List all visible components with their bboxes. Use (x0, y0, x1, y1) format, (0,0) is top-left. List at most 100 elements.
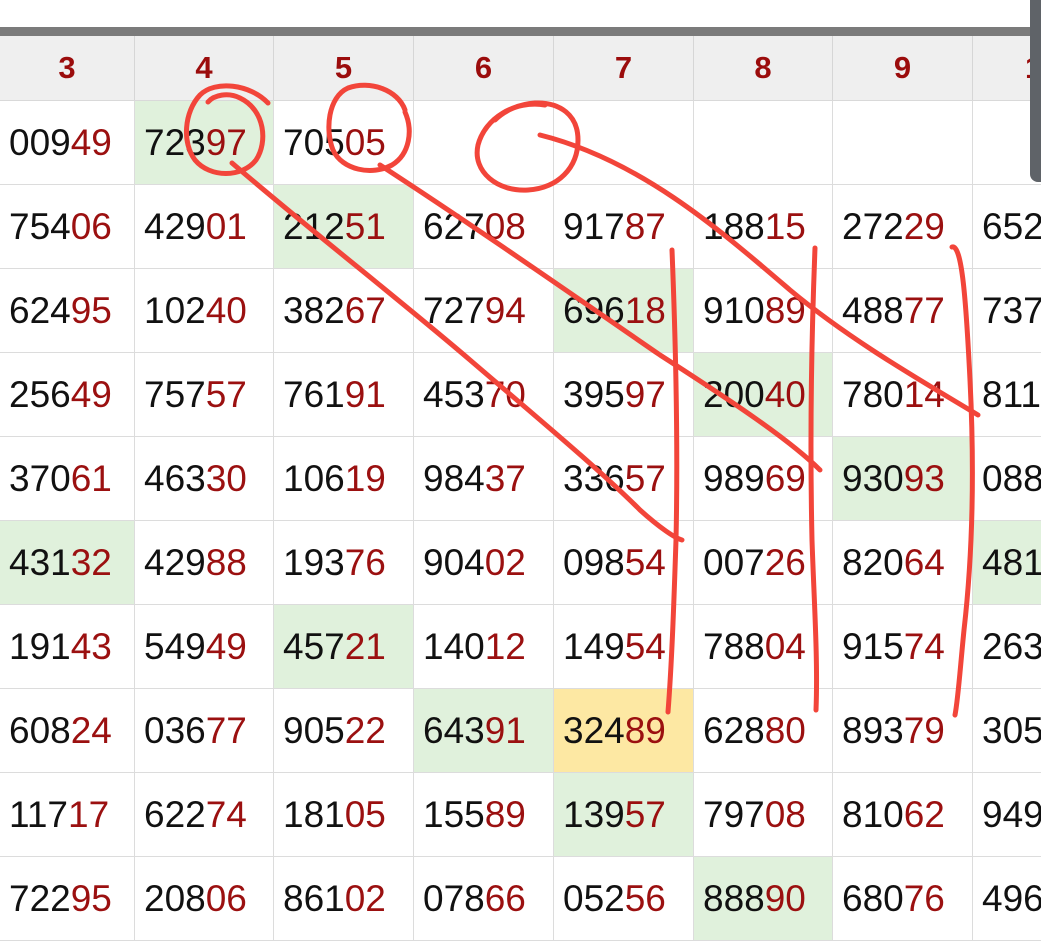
cell-number-tail: 95 (70, 289, 112, 331)
table-row: 256 49 757 57 761 91 453 70 395 97 200 40 780 14 811 (0, 353, 1041, 437)
cell-number-head: 429 (144, 205, 206, 247)
table-cell: 984 37 (414, 437, 554, 520)
cell-number-tail: 95 (70, 877, 112, 919)
table-cell: 622 74 (135, 773, 274, 856)
table-cell (833, 101, 973, 184)
table-cell: 200 40 (694, 353, 833, 436)
cell-number-head: 622 (144, 793, 206, 835)
table-cell: 382 67 (274, 269, 414, 352)
cell-number-head: 036 (144, 709, 206, 751)
table-cell: 696 18 (554, 269, 694, 352)
cell-number-head: 370 (9, 457, 71, 499)
scrollbar-thumb[interactable] (1030, 0, 1041, 182)
cell-number-tail: 08 (484, 205, 526, 247)
table-cell (694, 101, 833, 184)
cell-number-head: 810 (842, 793, 904, 835)
column-header-row: 34567891 (0, 36, 1041, 101)
cell-number-head: 917 (563, 205, 625, 247)
table-cell: 627 08 (414, 185, 554, 268)
cell-number-tail: 37 (484, 457, 526, 499)
table-row: 370 61 463 30 106 19 984 37 336 57 989 69 930 93 088 (0, 437, 1041, 521)
cell-number-tail: 93 (903, 457, 945, 499)
cell-number-head: 007 (703, 541, 765, 583)
table-cell: 761 91 (274, 353, 414, 436)
cell-number-head: 382 (283, 289, 345, 331)
cell-number-head: 723 (144, 121, 206, 163)
cell-number-head: 624 (9, 289, 71, 331)
cell-number-head: 102 (144, 289, 206, 331)
cell-number-head: 643 (423, 709, 485, 751)
cell-number-tail: 56 (624, 877, 666, 919)
table-cell: 893 79 (833, 689, 973, 772)
cell-number-head: 737 (982, 289, 1041, 331)
table-cell: 431 32 (0, 521, 135, 604)
table-cell: 643 91 (414, 689, 554, 772)
cell-number-tail: 97 (205, 121, 247, 163)
cell-number-head: 193 (283, 541, 345, 583)
cell-number-head: 139 (563, 793, 625, 835)
cell-number-head: 904 (423, 541, 485, 583)
table-cell: 463 30 (135, 437, 274, 520)
table-cell: 820 64 (833, 521, 973, 604)
cell-number-tail: 66 (484, 877, 526, 919)
column-header-9: 9 (833, 36, 973, 100)
cell-number-head: 905 (283, 709, 345, 751)
cell-number-tail: 57 (624, 457, 666, 499)
cell-number-head: 009 (9, 121, 71, 163)
cell-number-tail: 54 (624, 541, 666, 583)
table-cell: 680 76 (833, 857, 973, 940)
table-cell: 737 (973, 269, 1041, 352)
cell-number-head: 200 (703, 373, 765, 415)
cell-number-tail: 05 (344, 121, 386, 163)
column-header-8: 8 (694, 36, 833, 100)
table-cell: 188 15 (694, 185, 833, 268)
table-cell: 652 (973, 185, 1041, 268)
cell-number-head: 989 (703, 457, 765, 499)
table-cell: 078 66 (414, 857, 554, 940)
table-cell: 429 88 (135, 521, 274, 604)
cell-number-head: 949 (982, 793, 1041, 835)
cell-number-tail: 32 (70, 541, 112, 583)
cell-number-tail: 69 (764, 457, 806, 499)
table-cell: 624 95 (0, 269, 135, 352)
cell-number-tail: 40 (764, 373, 806, 415)
cell-number-head: 272 (842, 205, 904, 247)
cell-number-head: 780 (842, 373, 904, 415)
cell-number-tail: 24 (70, 709, 112, 751)
table-cell: 088 (973, 437, 1041, 520)
cell-number-tail: 49 (205, 625, 247, 667)
table-cell: 336 57 (554, 437, 694, 520)
table-cell: 727 94 (414, 269, 554, 352)
cell-number-tail: 49 (70, 373, 112, 415)
cell-number-tail: 21 (344, 625, 386, 667)
table-cell: 117 17 (0, 773, 135, 856)
cell-number-tail: 02 (344, 877, 386, 919)
cell-number-tail: 15 (764, 205, 806, 247)
cell-number-head: 208 (144, 877, 206, 919)
column-header-4: 4 (135, 36, 274, 100)
table-row: 117 17 622 74 181 05 155 89 139 57 797 08 810 62 949 (0, 773, 1041, 857)
table-cell: 007 26 (694, 521, 833, 604)
cell-number-tail: 89 (484, 793, 526, 835)
cell-number-tail: 91 (344, 373, 386, 415)
cell-number-tail: 14 (903, 373, 945, 415)
table-cell: 811 (973, 353, 1041, 436)
cell-number-head: 797 (703, 793, 765, 835)
column-header-7: 7 (554, 36, 694, 100)
cell-number-head: 608 (9, 709, 71, 751)
table-cell: 989 69 (694, 437, 833, 520)
cell-number-tail: 06 (205, 877, 247, 919)
cell-number-head: 893 (842, 709, 904, 751)
cell-number-head: 820 (842, 541, 904, 583)
cell-number-head: 191 (9, 625, 71, 667)
cell-number-head: 930 (842, 457, 904, 499)
table-cell: 810 62 (833, 773, 973, 856)
cell-number-head: 652 (982, 205, 1041, 247)
table-cell: 705 05 (274, 101, 414, 184)
cell-number-head: 705 (283, 121, 345, 163)
cell-number-tail: 17 (68, 793, 110, 835)
table-row: 754 06 429 01 212 51 627 08 917 87 188 15 272 29 652 (0, 185, 1041, 269)
cell-number-head: 263 (982, 625, 1041, 667)
cell-number-tail: 97 (624, 373, 666, 415)
table-cell (554, 101, 694, 184)
